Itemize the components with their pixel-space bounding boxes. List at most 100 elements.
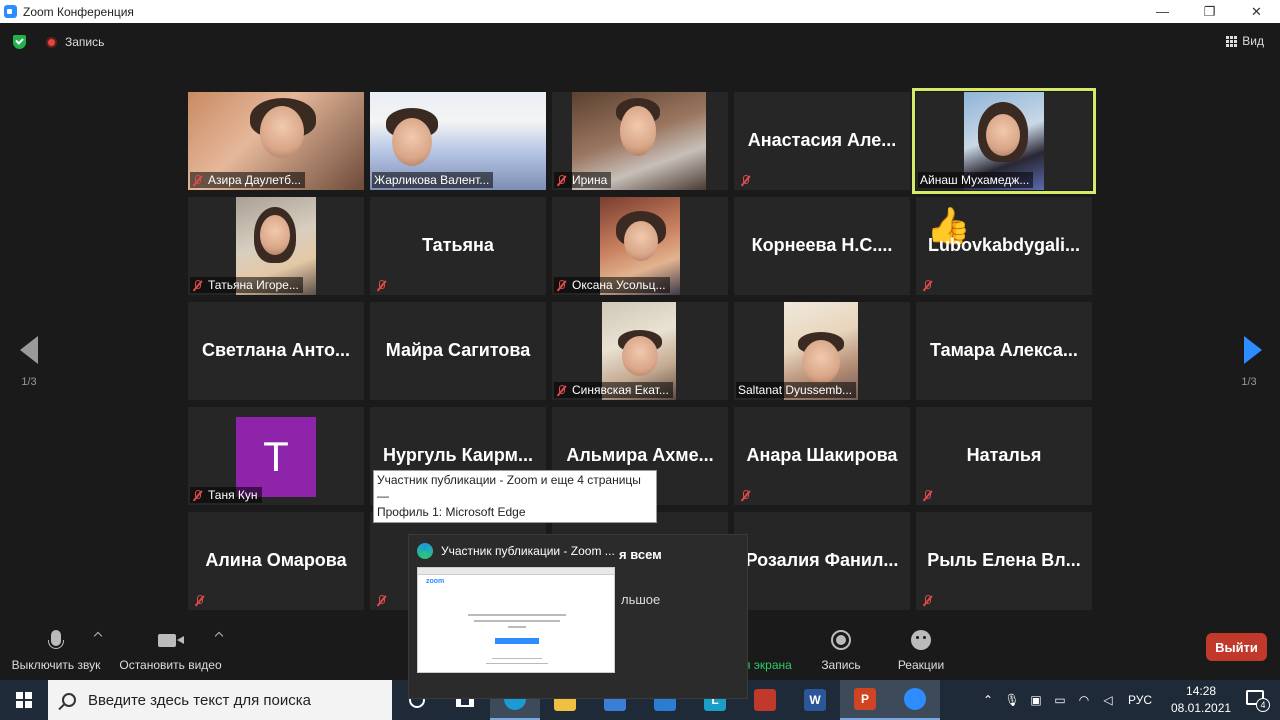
participant-tile[interactable]: Анастасия Але... (734, 92, 910, 190)
participant-name: Майра Сагитова (385, 340, 531, 360)
participant-tile[interactable]: Азира Даулетб... (188, 92, 364, 190)
muted-mic-icon (556, 279, 566, 291)
clock-date: 08.01.2021 (1171, 701, 1232, 715)
participant-tile[interactable]: Тамара Алекса... (916, 302, 1092, 400)
participant-tile[interactable]: Светлана Анто... (188, 302, 364, 400)
taskbar-search[interactable] (48, 680, 392, 720)
participant-name: Ирина (572, 173, 608, 187)
security-shield-icon[interactable] (13, 35, 26, 49)
leave-button[interactable]: Выйти (1206, 633, 1267, 661)
participant-name: Жарликова Валент... (374, 173, 490, 187)
meeting-window: Запись Вид 1/3 1/3 Азира Даулетб... Жарли… (0, 23, 1280, 699)
taskbar-app-zoom[interactable] (890, 680, 940, 720)
participant-tile[interactable]: Анара Шакирова (734, 407, 910, 505)
tray-camera-icon[interactable]: ▣ (1024, 693, 1048, 707)
participant-name: Lubovkabdygali... (927, 235, 1081, 255)
microphone-icon (48, 630, 64, 649)
reactions-button[interactable]: Реакции (896, 630, 946, 672)
page-indicator-left: 1/3 (21, 376, 37, 388)
participant-tile[interactable]: Оксана Усольц... (552, 197, 728, 295)
participant-tile[interactable]: Татьяна Игоре... (188, 197, 364, 295)
participant-tile[interactable]: Татьяна (370, 197, 546, 295)
close-button[interactable]: ✕ (1233, 0, 1280, 23)
participant-tile[interactable]: T Таня Кун (188, 407, 364, 505)
participant-name: Анастасия Але... (747, 130, 897, 150)
word-icon: W (804, 689, 826, 711)
peek-large-text: льшое (621, 592, 661, 607)
participant-label: Таня Кун (190, 487, 262, 503)
window-title: Zoom Конференция (23, 4, 134, 19)
previous-page-button[interactable]: 1/3 (18, 336, 40, 388)
powerpoint-icon: P (854, 688, 876, 710)
clock-time: 14:28 (1186, 684, 1217, 698)
reactions-label: Реакции (897, 658, 945, 672)
participant-tile[interactable]: Рыль Елена Вл... (916, 512, 1092, 610)
participant-name: Наталья (966, 445, 1042, 465)
edge-tooltip: Участник публикации - Zoom и еще 4 стран… (373, 470, 657, 523)
muted-mic-icon (192, 489, 202, 501)
zoom-logo: zoom (426, 578, 445, 585)
participant-tile[interactable]: Saltanat Dyussemb... (734, 302, 910, 400)
stop-video-button[interactable]: Остановить видео (118, 630, 223, 672)
participant-name: Татьяна Игоре... (208, 278, 299, 292)
window-titlebar: Zoom Конференция — ❐ ✕ (0, 0, 1280, 23)
recording-label[interactable]: Запись (65, 35, 104, 49)
wifi-icon[interactable]: ◠ (1072, 693, 1096, 707)
taskbar-app-word[interactable]: W (790, 680, 840, 720)
participant-tile[interactable]: Корнеева Н.С.... (734, 197, 910, 295)
tooltip-line-1: Участник публикации - Zoom и еще 4 стран… (377, 473, 641, 503)
edge-window-thumbnail[interactable]: Участник публикации - Zoom ... я всем ль… (408, 534, 748, 699)
participant-tile[interactable]: Майра Сагитова (370, 302, 546, 400)
grid-view-icon (1226, 35, 1238, 47)
taskbar-app-powerpoint[interactable]: P (840, 680, 890, 720)
maximize-button[interactable]: ❐ (1186, 0, 1233, 23)
participant-name: Нургуль Каирм... (383, 445, 533, 465)
participant-avatar: T (236, 417, 316, 497)
muted-mic-icon (556, 384, 566, 396)
search-input[interactable] (88, 691, 378, 709)
thumbnail-preview: zoom (417, 567, 615, 673)
participant-name: Светлана Анто... (202, 340, 350, 360)
recording-icon (46, 37, 57, 48)
participant-label: Айнаш Мухамедж... (918, 172, 1034, 188)
participant-tile[interactable]: 👍 Lubovkabdygali... (916, 197, 1092, 295)
muted-mic-icon (376, 280, 386, 291)
participant-name: Азира Даулетб... (208, 173, 301, 187)
thumbnail-title: Участник публикации - Zoom ... (441, 544, 615, 558)
participant-label: Оксана Усольц... (554, 277, 670, 293)
minimize-button[interactable]: — (1139, 0, 1186, 23)
participant-tile[interactable]: Жарликова Валент... (370, 92, 546, 190)
arrow-right-icon (1244, 336, 1262, 364)
participant-tile[interactable]: Айнаш Мухамедж... (912, 88, 1096, 194)
language-indicator[interactable]: РУС (1128, 693, 1152, 707)
smiley-icon (911, 630, 931, 650)
volume-icon[interactable]: ◁ (1096, 693, 1120, 707)
record-icon (831, 630, 851, 650)
clock[interactable]: 14:28 08.01.2021 (1166, 683, 1236, 717)
mute-button[interactable]: Выключить звук (10, 630, 102, 672)
view-button[interactable]: Вид (1226, 34, 1264, 48)
windows-logo-icon (16, 692, 32, 708)
participant-name: Анара Шакирова (746, 445, 898, 465)
tray-chevron-icon[interactable]: ⌃ (976, 693, 1000, 707)
next-page-button[interactable]: 1/3 (1238, 336, 1262, 388)
muted-mic-icon (922, 595, 932, 606)
participant-tile[interactable]: Наталья (916, 407, 1092, 505)
participant-name: Корнеева Н.С.... (751, 235, 893, 255)
battery-icon[interactable]: ▭ (1048, 693, 1072, 707)
muted-mic-icon (194, 595, 204, 606)
participant-tile[interactable]: Ирина (552, 92, 728, 190)
participant-tile[interactable]: Розалия Фанил... (734, 512, 910, 610)
participant-name: Оксана Усольц... (572, 278, 666, 292)
participant-label: Жарликова Валент... (372, 172, 494, 188)
start-button[interactable] (0, 680, 48, 720)
participant-name: Тамара Алекса... (930, 340, 1078, 360)
participant-tile[interactable]: Алина Омарова (188, 512, 364, 610)
zoom-icon (904, 688, 926, 710)
participant-tile[interactable]: Синявская Екат... (552, 302, 728, 400)
muted-mic-icon (192, 174, 202, 186)
participant-label: Saltanat Dyussemb... (736, 382, 857, 398)
participant-name: Таня Кун (208, 488, 258, 502)
record-button[interactable]: Запись (818, 630, 864, 672)
tray-mic-icon[interactable]: 🎙 (1000, 693, 1024, 707)
